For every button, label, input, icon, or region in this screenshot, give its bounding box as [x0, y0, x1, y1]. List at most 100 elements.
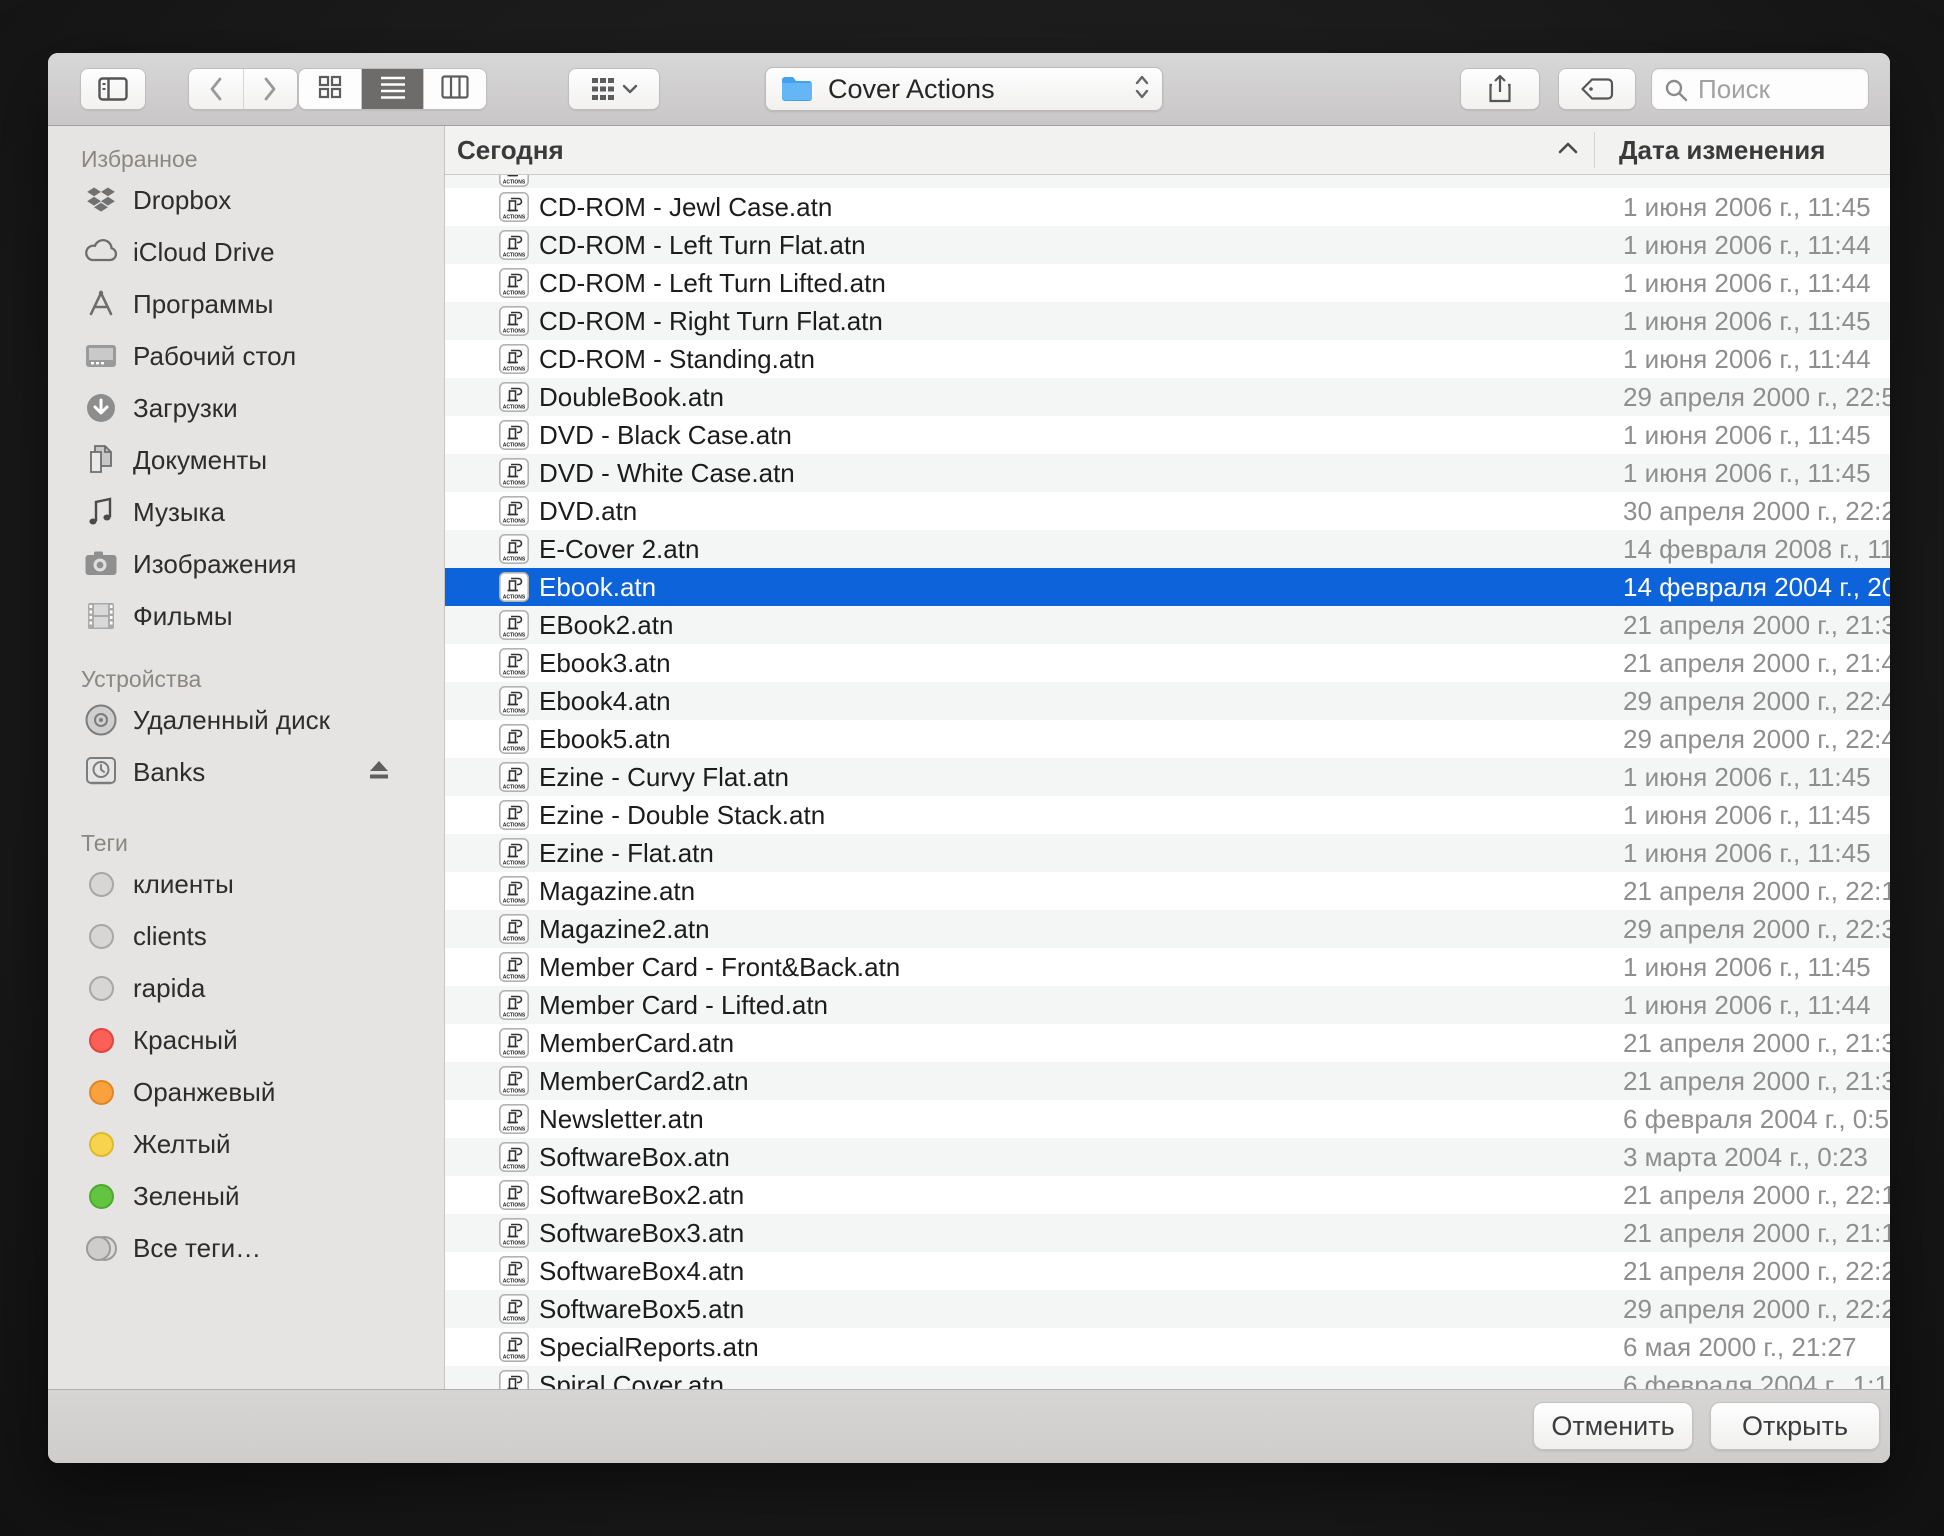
file-date-modified: 21 апреля 2000 г., 22:11 [1623, 1180, 1890, 1211]
file-row[interactable]: ACTIONSSoftwareBox.atn3 марта 2004 г., 0… [445, 1138, 1890, 1176]
file-row[interactable]: ACTIONSDVD - Black Case.atn1 июня 2006 г… [445, 416, 1890, 454]
file-date-modified: 6 мая 2000 г., 21:27 [1623, 1332, 1856, 1363]
file-row[interactable]: ACTIONSEzine - Curvy Flat.atn1 июня 2006… [445, 758, 1890, 796]
atn-action-file-icon: ACTIONS [499, 914, 529, 944]
svg-text:ACTIONS: ACTIONS [503, 519, 526, 525]
file-row[interactable]: ACTIONSE-Cover 2.atn14 февраля 2008 г., … [445, 530, 1890, 568]
file-row[interactable]: ACTIONSMember Card - Lifted.atn1 июня 20… [445, 986, 1890, 1024]
file-name: Ezine - Curvy Flat.atn [539, 762, 789, 793]
file-row[interactable]: ACTIONSCD-ROM - Standing.atn1 июня 2006 … [445, 340, 1890, 378]
column-view-button[interactable] [424, 69, 486, 109]
group-by-button[interactable] [568, 68, 660, 110]
file-row[interactable]: ACTIONSSpiral Cover.atn6 февраля 2004 г.… [445, 1366, 1890, 1389]
file-row[interactable]: ACTIONSEBook2.atn21 апреля 2000 г., 21:3… [445, 606, 1890, 644]
sidebar-item-документы[interactable]: Документы [48, 434, 444, 486]
sidebar-item-музыка[interactable]: Музыка [48, 486, 444, 538]
file-row[interactable]: ACTIONSSoftwareBox4.atn21 апреля 2000 г.… [445, 1252, 1890, 1290]
file-row[interactable]: ACTIONSSpecialReports.atn6 мая 2000 г., … [445, 1328, 1890, 1366]
open-button[interactable]: Открыть [1710, 1402, 1880, 1450]
file-row[interactable]: ACTIONSMember Card - Front&Back.atn1 июн… [445, 948, 1890, 986]
atn-action-file-icon: ACTIONS [499, 230, 529, 260]
file-name: Spiral Cover.atn [539, 1370, 724, 1390]
sidebar-item-клиенты[interactable]: клиенты [48, 858, 444, 910]
sidebar-item-rapida[interactable]: rapida [48, 962, 444, 1014]
partially-scrolled-row: ACTIONS [445, 175, 1890, 188]
file-row[interactable]: ACTIONSSoftwareBox3.atn21 апреля 2000 г.… [445, 1214, 1890, 1252]
search-field[interactable] [1651, 68, 1869, 110]
sidebar-item-красный[interactable]: Красный [48, 1014, 444, 1066]
sidebar-item-желтый[interactable]: Желтый [48, 1118, 444, 1170]
file-row[interactable]: ACTIONSDoubleBook.atn29 апреля 2000 г., … [445, 378, 1890, 416]
list-column-header[interactable]: Сегодня Дата изменения [445, 126, 1890, 175]
sidebar-toggle-button[interactable] [80, 68, 146, 110]
music-icon [83, 494, 119, 530]
file-date-modified: 30 апреля 2000 г., 22:2 [1623, 496, 1890, 527]
file-row[interactable]: ACTIONSEbook.atn14 февраля 2004 г., 20: [445, 568, 1890, 606]
date-column-header[interactable]: Дата изменения [1619, 135, 1825, 166]
svg-text:ACTIONS: ACTIONS [503, 443, 526, 449]
file-row[interactable]: ACTIONSMagazine.atn21 апреля 2000 г., 22… [445, 872, 1890, 910]
sidebar-item-banks[interactable]: Banks [48, 746, 444, 798]
file-row[interactable]: ACTIONSSoftwareBox5.atn29 апреля 2000 г.… [445, 1290, 1890, 1328]
file-row[interactable]: ACTIONSCD-ROM - Left Turn Lifted.atn1 ию… [445, 264, 1890, 302]
file-name: CD-ROM - Left Turn Flat.atn [539, 230, 866, 261]
svg-text:ACTIONS: ACTIONS [503, 179, 526, 185]
sidebar-item-label: iCloud Drive [133, 237, 275, 268]
file-row[interactable]: ACTIONSCD-ROM - Jewl Case.atn1 июня 2006… [445, 188, 1890, 226]
forward-button[interactable] [244, 69, 298, 109]
sidebar-item-оранжевый[interactable]: Оранжевый [48, 1066, 444, 1118]
share-button[interactable] [1460, 68, 1540, 110]
svg-text:ACTIONS: ACTIONS [503, 861, 526, 867]
all-tags-icon [83, 1230, 119, 1266]
file-date-modified: 1 июня 2006 г., 11:44 [1623, 990, 1871, 1021]
file-date-modified: 21 апреля 2000 г., 21:39 [1623, 610, 1890, 641]
file-row[interactable]: ACTIONSDVD - White Case.atn1 июня 2006 г… [445, 454, 1890, 492]
tags-button[interactable] [1558, 68, 1636, 110]
file-row[interactable]: ACTIONSNewsletter.atn6 февраля 2004 г., … [445, 1100, 1890, 1138]
list-view-icon [380, 75, 406, 104]
search-input[interactable] [1652, 69, 1868, 109]
file-name: DVD.atn [539, 496, 637, 527]
back-button[interactable] [189, 69, 244, 109]
file-row[interactable]: ACTIONSCD-ROM - Right Turn Flat.atn1 июн… [445, 302, 1890, 340]
file-row[interactable]: ACTIONSMagazine2.atn29 апреля 2000 г., 2… [445, 910, 1890, 948]
file-list[interactable]: ACTIONS ACTIONSCD-ROM - Jewl Case.atn1 и… [445, 175, 1890, 1389]
file-row[interactable]: ACTIONSSoftwareBox2.atn21 апреля 2000 г.… [445, 1176, 1890, 1214]
file-row[interactable]: ACTIONSEbook5.atn29 апреля 2000 г., 22:4 [445, 720, 1890, 758]
sidebar-item-загрузки[interactable]: Загрузки [48, 382, 444, 434]
file-date-modified: 1 июня 2006 г., 11:45 [1623, 420, 1871, 451]
svg-text:ACTIONS: ACTIONS [503, 1241, 526, 1247]
atn-action-file-icon: ACTIONS [499, 610, 529, 640]
chevron-down-icon [622, 84, 638, 94]
sidebar-item-зеленый[interactable]: Зеленый [48, 1170, 444, 1222]
svg-text:ACTIONS: ACTIONS [503, 785, 526, 791]
sidebar-item-фильмы[interactable]: Фильмы [48, 590, 444, 642]
icon-view-button[interactable] [299, 69, 362, 109]
atn-action-file-icon: ACTIONS [499, 1180, 529, 1210]
atn-action-file-icon: ACTIONS [499, 762, 529, 792]
file-row[interactable]: ACTIONSMemberCard2.atn21 апреля 2000 г.,… [445, 1062, 1890, 1100]
file-row[interactable]: ACTIONSCD-ROM - Left Turn Flat.atn1 июня… [445, 226, 1890, 264]
file-row[interactable]: ACTIONSEzine - Flat.atn1 июня 2006 г., 1… [445, 834, 1890, 872]
eject-icon[interactable] [366, 758, 392, 787]
sidebar-item-удаленный-диск[interactable]: Удаленный диск [48, 694, 444, 746]
sidebar-item-clients[interactable]: clients [48, 910, 444, 962]
sidebar-item-icloud-drive[interactable]: iCloud Drive [48, 226, 444, 278]
sidebar-item-программы[interactable]: Программы [48, 278, 444, 330]
file-row[interactable]: ACTIONSEzine - Double Stack.atn1 июня 20… [445, 796, 1890, 834]
file-row[interactable]: ACTIONSEbook4.atn29 апреля 2000 г., 22:4 [445, 682, 1890, 720]
file-date-modified: 21 апреля 2000 г., 21:16 [1623, 1218, 1890, 1249]
sidebar-item-рабочий-стол[interactable]: Рабочий стол [48, 330, 444, 382]
current-folder-dropdown[interactable]: Cover Actions [765, 67, 1163, 111]
toolbar: Cover Actions [48, 53, 1890, 126]
file-row[interactable]: ACTIONS DVD.atn 30 апреля 2000 г., 22:2 [445, 492, 1890, 530]
list-view-button[interactable] [362, 69, 425, 109]
cancel-button[interactable]: Отменить [1533, 1402, 1693, 1450]
file-date-modified: 1 июня 2006 г., 11:45 [1623, 192, 1871, 223]
sidebar-item-все-теги-[interactable]: Все теги… [48, 1222, 444, 1274]
sidebar-item-dropbox[interactable]: Dropbox [48, 174, 444, 226]
file-date-modified: 1 июня 2006 г., 11:44 [1623, 268, 1871, 299]
sidebar-item-изображения[interactable]: Изображения [48, 538, 444, 590]
file-row[interactable]: ACTIONSMemberCard.atn21 апреля 2000 г., … [445, 1024, 1890, 1062]
file-row[interactable]: ACTIONSEbook3.atn21 апреля 2000 г., 21:4… [445, 644, 1890, 682]
